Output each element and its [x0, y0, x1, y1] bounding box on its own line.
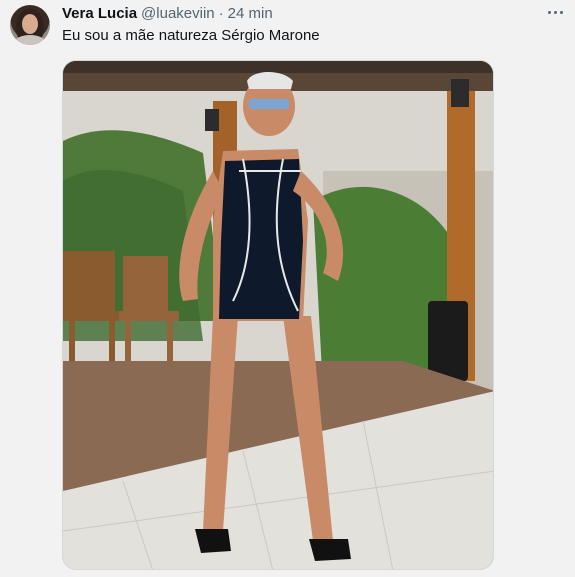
more-dot: [547, 10, 551, 14]
shoe-left: [195, 529, 231, 553]
timestamp[interactable]: 24 min: [228, 4, 273, 24]
trash-bin: [428, 301, 468, 381]
tweet-photo[interactable]: [62, 60, 494, 570]
shoe-right: [309, 539, 351, 561]
author-handle[interactable]: @luakeviin: [141, 4, 215, 24]
lamp-left: [205, 109, 219, 131]
tweet-header: Vera Lucia @luakeviin · 24 min: [62, 4, 273, 24]
avatar[interactable]: [10, 5, 50, 45]
sunglasses: [249, 99, 289, 109]
avatar-face: [22, 14, 38, 34]
photo-scene: [63, 61, 493, 569]
more-dot: [559, 10, 563, 14]
tweet-text: Eu sou a mãe natureza Sérgio Marone: [62, 27, 320, 44]
more-horizontal-icon[interactable]: [543, 2, 567, 22]
header-separator: ·: [218, 5, 224, 22]
author-name[interactable]: Vera Lucia: [62, 4, 137, 24]
tweet[interactable]: Vera Lucia @luakeviin · 24 min Eu sou a …: [0, 0, 575, 577]
pergola-beam: [63, 61, 493, 73]
lamp-right: [451, 79, 469, 107]
avatar-shirt: [14, 35, 46, 45]
more-dot: [553, 10, 557, 14]
